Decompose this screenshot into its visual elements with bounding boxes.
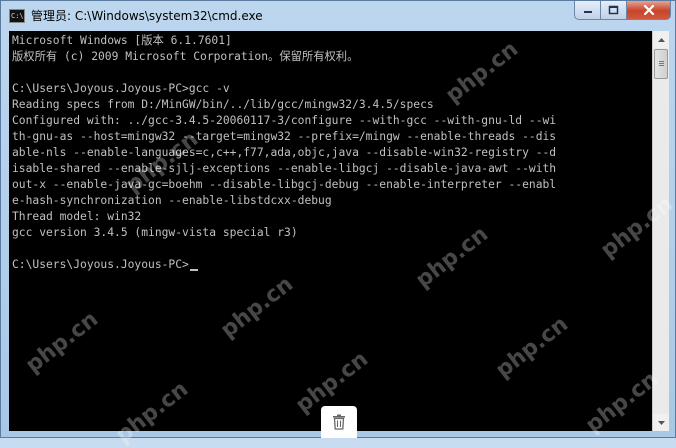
- console-line: th-gnu-as --host=mingw32 --target=mingw3…: [12, 130, 557, 143]
- console-line: isable-shared --enable-sjlj-exceptions -…: [12, 162, 557, 175]
- console-line: Reading specs from D:/MinGW/bin/../lib/g…: [12, 98, 434, 111]
- console-line: Microsoft Windows [版本 6.1.7601]: [12, 34, 232, 47]
- minimize-button[interactable]: [574, 1, 601, 20]
- console-line: 版权所有 (c) 2009 Microsoft Corporation。保留所有…: [12, 50, 359, 63]
- arrow-down-icon: [657, 420, 665, 425]
- window-title: 管理员: C:\Windows\system32\cmd.exe: [31, 9, 263, 23]
- minimize-icon: [583, 11, 592, 13]
- text-cursor: [189, 269, 198, 271]
- console-line: e-hash-synchronization --enable-libstdcx…: [12, 194, 332, 207]
- trash-icon: [333, 414, 345, 430]
- grip-line: [659, 63, 664, 64]
- close-button[interactable]: [627, 1, 671, 20]
- cmd-icon[interactable]: C:\.: [9, 9, 28, 23]
- console-output[interactable]: Microsoft Windows [版本 6.1.7601] 版权所有 (c)…: [9, 31, 652, 431]
- window-controls: [574, 1, 671, 21]
- maximize-button[interactable]: [601, 1, 627, 20]
- console-line: out-x --enable-java-gc=boehm --disable-l…: [12, 178, 557, 191]
- scroll-thumb[interactable]: [654, 49, 668, 79]
- cmd-window: C:\. 管理员: C:\Windows\system32\cmd.exe Mi…: [0, 0, 676, 438]
- scroll-down-button[interactable]: [653, 414, 669, 431]
- delete-button[interactable]: [321, 406, 357, 438]
- grip-line: [659, 65, 664, 66]
- maximize-icon: [608, 5, 619, 15]
- arrow-up-icon: [657, 37, 665, 42]
- close-icon: [643, 5, 654, 15]
- prompt-text: C:\Users\Joyous.Joyous-PC>: [12, 258, 189, 271]
- console-line: C:\Users\Joyous.Joyous-PC>gcc -v: [12, 82, 230, 95]
- grip-line: [659, 61, 664, 62]
- vertical-scrollbar[interactable]: [652, 31, 669, 431]
- scroll-up-button[interactable]: [653, 31, 669, 48]
- console-line: able-nls --enable-languages=c,c++,f77,ad…: [12, 146, 557, 159]
- console-line: Configured with: ../gcc-3.4.5-20060117-3…: [12, 114, 557, 127]
- console-line: Thread model: win32: [12, 210, 142, 223]
- title-bar[interactable]: C:\. 管理员: C:\Windows\system32\cmd.exe: [1, 1, 676, 31]
- console-line: gcc version 3.4.5 (mingw-vista special r…: [12, 226, 298, 239]
- prompt-line[interactable]: C:\Users\Joyous.Joyous-PC>: [12, 257, 198, 273]
